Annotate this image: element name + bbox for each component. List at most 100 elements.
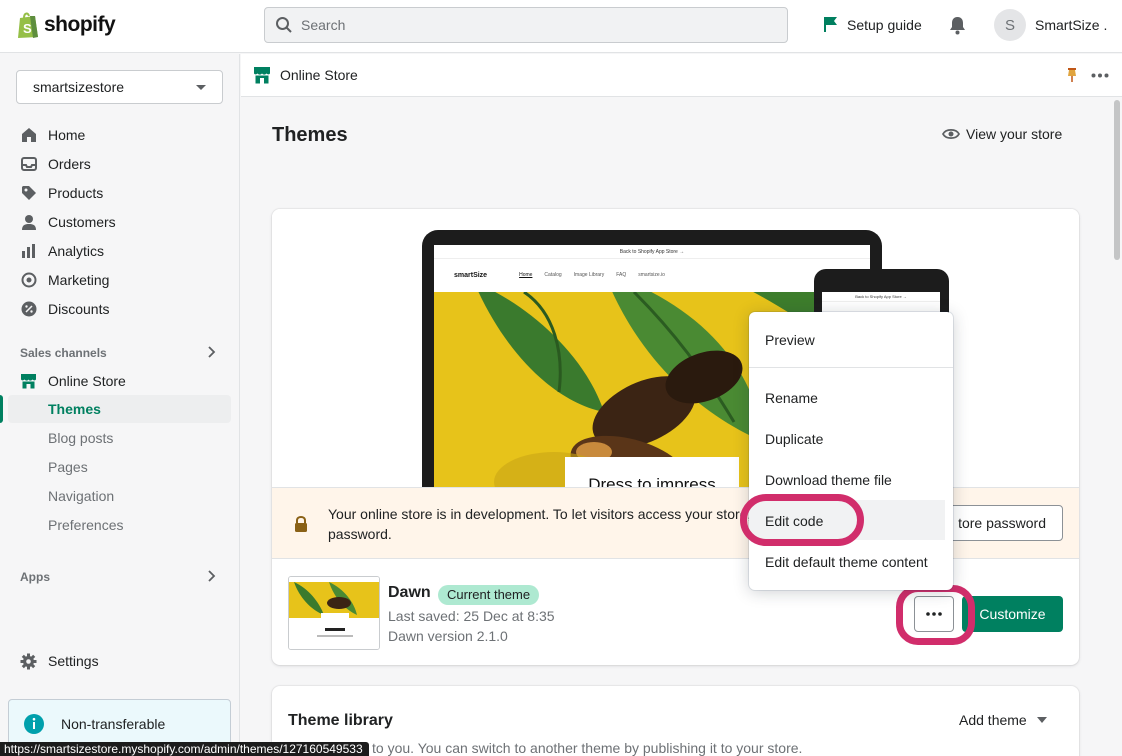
sidebar-item-label: Discounts bbox=[48, 301, 110, 317]
preview-brand: smartSize bbox=[454, 271, 488, 279]
preview-nav-link: Catalog bbox=[544, 272, 562, 278]
sidebar-item-label: Marketing bbox=[48, 272, 110, 288]
search-bar[interactable] bbox=[264, 7, 788, 43]
preview-nav-link: Home bbox=[519, 272, 533, 278]
theme-library-title: Theme library bbox=[288, 712, 393, 729]
sidebar-subitem-blog-posts[interactable]: Blog posts bbox=[48, 430, 113, 446]
chevron-right-icon[interactable] bbox=[206, 570, 216, 582]
preview-nav-link: smartsize.io bbox=[638, 272, 665, 278]
sidebar-subitem-themes[interactable]: Themes bbox=[48, 401, 101, 417]
bar-chart-icon bbox=[20, 243, 37, 260]
scrollbar-thumb[interactable] bbox=[1114, 100, 1120, 260]
user-menu[interactable]: S SmartSize . bbox=[994, 9, 1107, 41]
caret-down-icon bbox=[1036, 717, 1047, 723]
sidebar-item-label: Customers bbox=[48, 214, 116, 230]
sidebar-item-label: Home bbox=[48, 127, 86, 143]
online-store-header: Online Store bbox=[241, 54, 1122, 97]
avatar: S bbox=[994, 9, 1026, 41]
sidebar-subitem-pages[interactable]: Pages bbox=[48, 459, 88, 475]
user-name: SmartSize . bbox=[1035, 17, 1108, 33]
search-input[interactable] bbox=[301, 17, 761, 33]
eye-icon bbox=[942, 128, 960, 140]
sales-channels-label: Sales channels bbox=[20, 346, 107, 360]
shopify-bag-icon: S bbox=[18, 12, 38, 38]
setup-guide-button[interactable]: Setup guide bbox=[823, 16, 922, 33]
sidebar-item-home[interactable]: Home bbox=[20, 125, 85, 145]
sidebar-item-label: Online Store bbox=[48, 373, 126, 389]
sidebar-item-label: Orders bbox=[48, 156, 91, 172]
sidebar-item-marketing[interactable]: Marketing bbox=[20, 270, 109, 290]
target-icon bbox=[20, 272, 37, 289]
menu-item-duplicate[interactable]: Duplicate bbox=[749, 420, 953, 458]
gear-icon bbox=[20, 653, 37, 670]
home-icon bbox=[20, 127, 37, 144]
store-icon bbox=[20, 373, 37, 390]
sidebar: smartsizestore Home Orders Products Cust… bbox=[0, 54, 240, 756]
lock-icon bbox=[295, 516, 307, 532]
theme-version-text: Dawn version 2.1.0 bbox=[388, 628, 508, 644]
chevron-right-icon[interactable] bbox=[206, 346, 216, 358]
person-icon bbox=[20, 214, 37, 231]
tag-icon bbox=[20, 185, 37, 202]
top-bar: S shopify Setup guide S SmartSize . bbox=[0, 0, 1122, 53]
phone-preview-banner: Back to Shopify App Store → bbox=[822, 292, 940, 302]
highlight-ring-actions bbox=[896, 585, 975, 645]
info-icon bbox=[24, 714, 44, 734]
bell-icon bbox=[950, 17, 965, 35]
theme-preview: Back to Shopify App Store → smartSize Ho… bbox=[272, 209, 1079, 502]
link-status-bar: https://smartsizestore.myshopify.com/adm… bbox=[0, 742, 369, 756]
store-icon bbox=[254, 67, 270, 84]
sidebar-item-label: Products bbox=[48, 185, 104, 201]
store-selector[interactable]: smartsizestore bbox=[16, 70, 223, 104]
search-icon bbox=[276, 17, 292, 33]
setup-guide-label: Setup guide bbox=[847, 16, 922, 33]
notifications-button[interactable] bbox=[948, 15, 967, 35]
shopify-logo[interactable]: S shopify bbox=[16, 11, 116, 39]
customize-button[interactable]: Customize bbox=[962, 596, 1063, 632]
logo-text: shopify bbox=[44, 13, 116, 36]
pin-icon[interactable] bbox=[1066, 67, 1078, 83]
store-password-button[interactable]: tore password bbox=[948, 505, 1063, 541]
flag-icon bbox=[824, 17, 837, 32]
view-store-label: View your store bbox=[966, 126, 1063, 142]
theme-actions-menu: Preview Rename Duplicate Download theme … bbox=[749, 312, 953, 590]
add-theme-label: Add theme bbox=[959, 712, 1027, 728]
preview-nav-link: FAQ bbox=[616, 272, 627, 278]
menu-item-preview[interactable]: Preview bbox=[749, 321, 953, 359]
store-name: smartsizestore bbox=[33, 79, 125, 95]
caret-down-icon bbox=[196, 85, 206, 90]
preview-banner: Back to Shopify App Store → bbox=[434, 245, 870, 259]
svg-text:S: S bbox=[23, 21, 32, 36]
development-banner: Your online store is in development. To … bbox=[272, 487, 1079, 559]
sidebar-subitem-preferences[interactable]: Preferences bbox=[48, 517, 123, 533]
sidebar-item-products[interactable]: Products bbox=[20, 183, 103, 203]
last-saved-text: Last saved: 25 Dec at 8:35 bbox=[388, 608, 555, 624]
page-title: Themes bbox=[272, 124, 348, 146]
sidebar-item-orders[interactable]: Orders bbox=[20, 154, 91, 174]
subheader-title: Online Store bbox=[280, 67, 358, 83]
menu-item-edit-default-theme-content[interactable]: Edit default theme content bbox=[749, 543, 953, 581]
theme-library-card: Theme library Add theme e only visible t… bbox=[272, 686, 1079, 756]
menu-divider bbox=[749, 367, 953, 368]
sidebar-item-discounts[interactable]: Discounts bbox=[20, 299, 109, 319]
view-store-button[interactable]: View your store bbox=[942, 126, 1062, 142]
sidebar-item-customers[interactable]: Customers bbox=[20, 212, 116, 232]
more-horizontal-icon[interactable] bbox=[1091, 73, 1109, 78]
theme-thumbnail bbox=[288, 576, 380, 650]
theme-name: Dawn bbox=[388, 584, 431, 601]
sidebar-item-label: Settings bbox=[48, 653, 99, 669]
sidebar-item-analytics[interactable]: Analytics bbox=[20, 241, 104, 261]
discount-icon bbox=[20, 301, 37, 318]
sidebar-subitem-navigation[interactable]: Navigation bbox=[48, 488, 114, 504]
active-highlight bbox=[8, 395, 231, 423]
add-theme-button[interactable]: Add theme bbox=[959, 712, 1047, 728]
sidebar-item-label: Analytics bbox=[48, 243, 105, 259]
sidebar-item-settings[interactable]: Settings bbox=[20, 651, 99, 671]
highlight-ring-edit-code bbox=[740, 494, 864, 546]
sidebar-item-online-store[interactable]: Online Store bbox=[20, 371, 126, 391]
apps-label: Apps bbox=[20, 570, 50, 584]
inbox-icon bbox=[20, 156, 37, 173]
preview-nav: smartSize Home Catalog Image Library FAQ… bbox=[434, 259, 870, 291]
menu-item-rename[interactable]: Rename bbox=[749, 379, 953, 417]
non-transferable-label: Non-transferable bbox=[61, 716, 166, 732]
